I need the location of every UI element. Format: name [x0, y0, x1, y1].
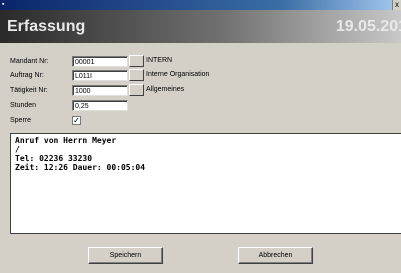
mandant-field[interactable]: 00001 — [72, 56, 128, 67]
mandant-label: Mandant Nr: — [10, 58, 49, 65]
title-bar[interactable]: ▪ x — [0, 0, 401, 10]
app-icon: ▪ — [2, 1, 5, 8]
close-icon[interactable]: x — [392, 0, 401, 10]
auftrag-field[interactable]: L011I — [72, 70, 128, 81]
auftrag-description: Interne Organisation — [146, 71, 210, 78]
page-title: Erfassung — [7, 18, 86, 35]
taetigkeit-field[interactable]: 1000 — [72, 85, 128, 96]
sperre-label: Sperre — [10, 117, 32, 124]
memo-line: / — [15, 145, 20, 154]
auftrag-label: Auftrag Nr: — [10, 72, 44, 79]
header-date: 19.05.201 — [335, 18, 401, 35]
cancel-button[interactable]: Abbrechen — [238, 247, 313, 264]
notes-textarea[interactable]: Anruf von Herrn Meyer / Tel: 02236 33230… — [10, 133, 401, 234]
header-banner: Erfassung 19.05.201 — [0, 10, 401, 43]
mandant-picker-button[interactable] — [129, 55, 144, 67]
memo-line: Tel: 02236 33230 — [15, 154, 93, 163]
taetigkeit-picker-button[interactable] — [129, 84, 144, 96]
memo-line: Anruf von Herrn Meyer — [15, 136, 117, 145]
auftrag-picker-button[interactable] — [129, 69, 144, 81]
stunden-field[interactable]: 0,25 — [72, 100, 128, 111]
sperre-checkbox[interactable]: ✓ — [72, 116, 81, 125]
mandant-description: INTERN — [146, 57, 173, 64]
taetigkeit-label: Tätigkeit Nr: — [10, 87, 48, 94]
memo-line: Zeit: 12:26 Dauer: 00:05:04 — [15, 163, 146, 172]
save-button[interactable]: Speichern — [88, 247, 163, 264]
stunden-label: Stunden — [10, 102, 37, 109]
taetigkeit-description: Allgemeines — [146, 86, 185, 93]
